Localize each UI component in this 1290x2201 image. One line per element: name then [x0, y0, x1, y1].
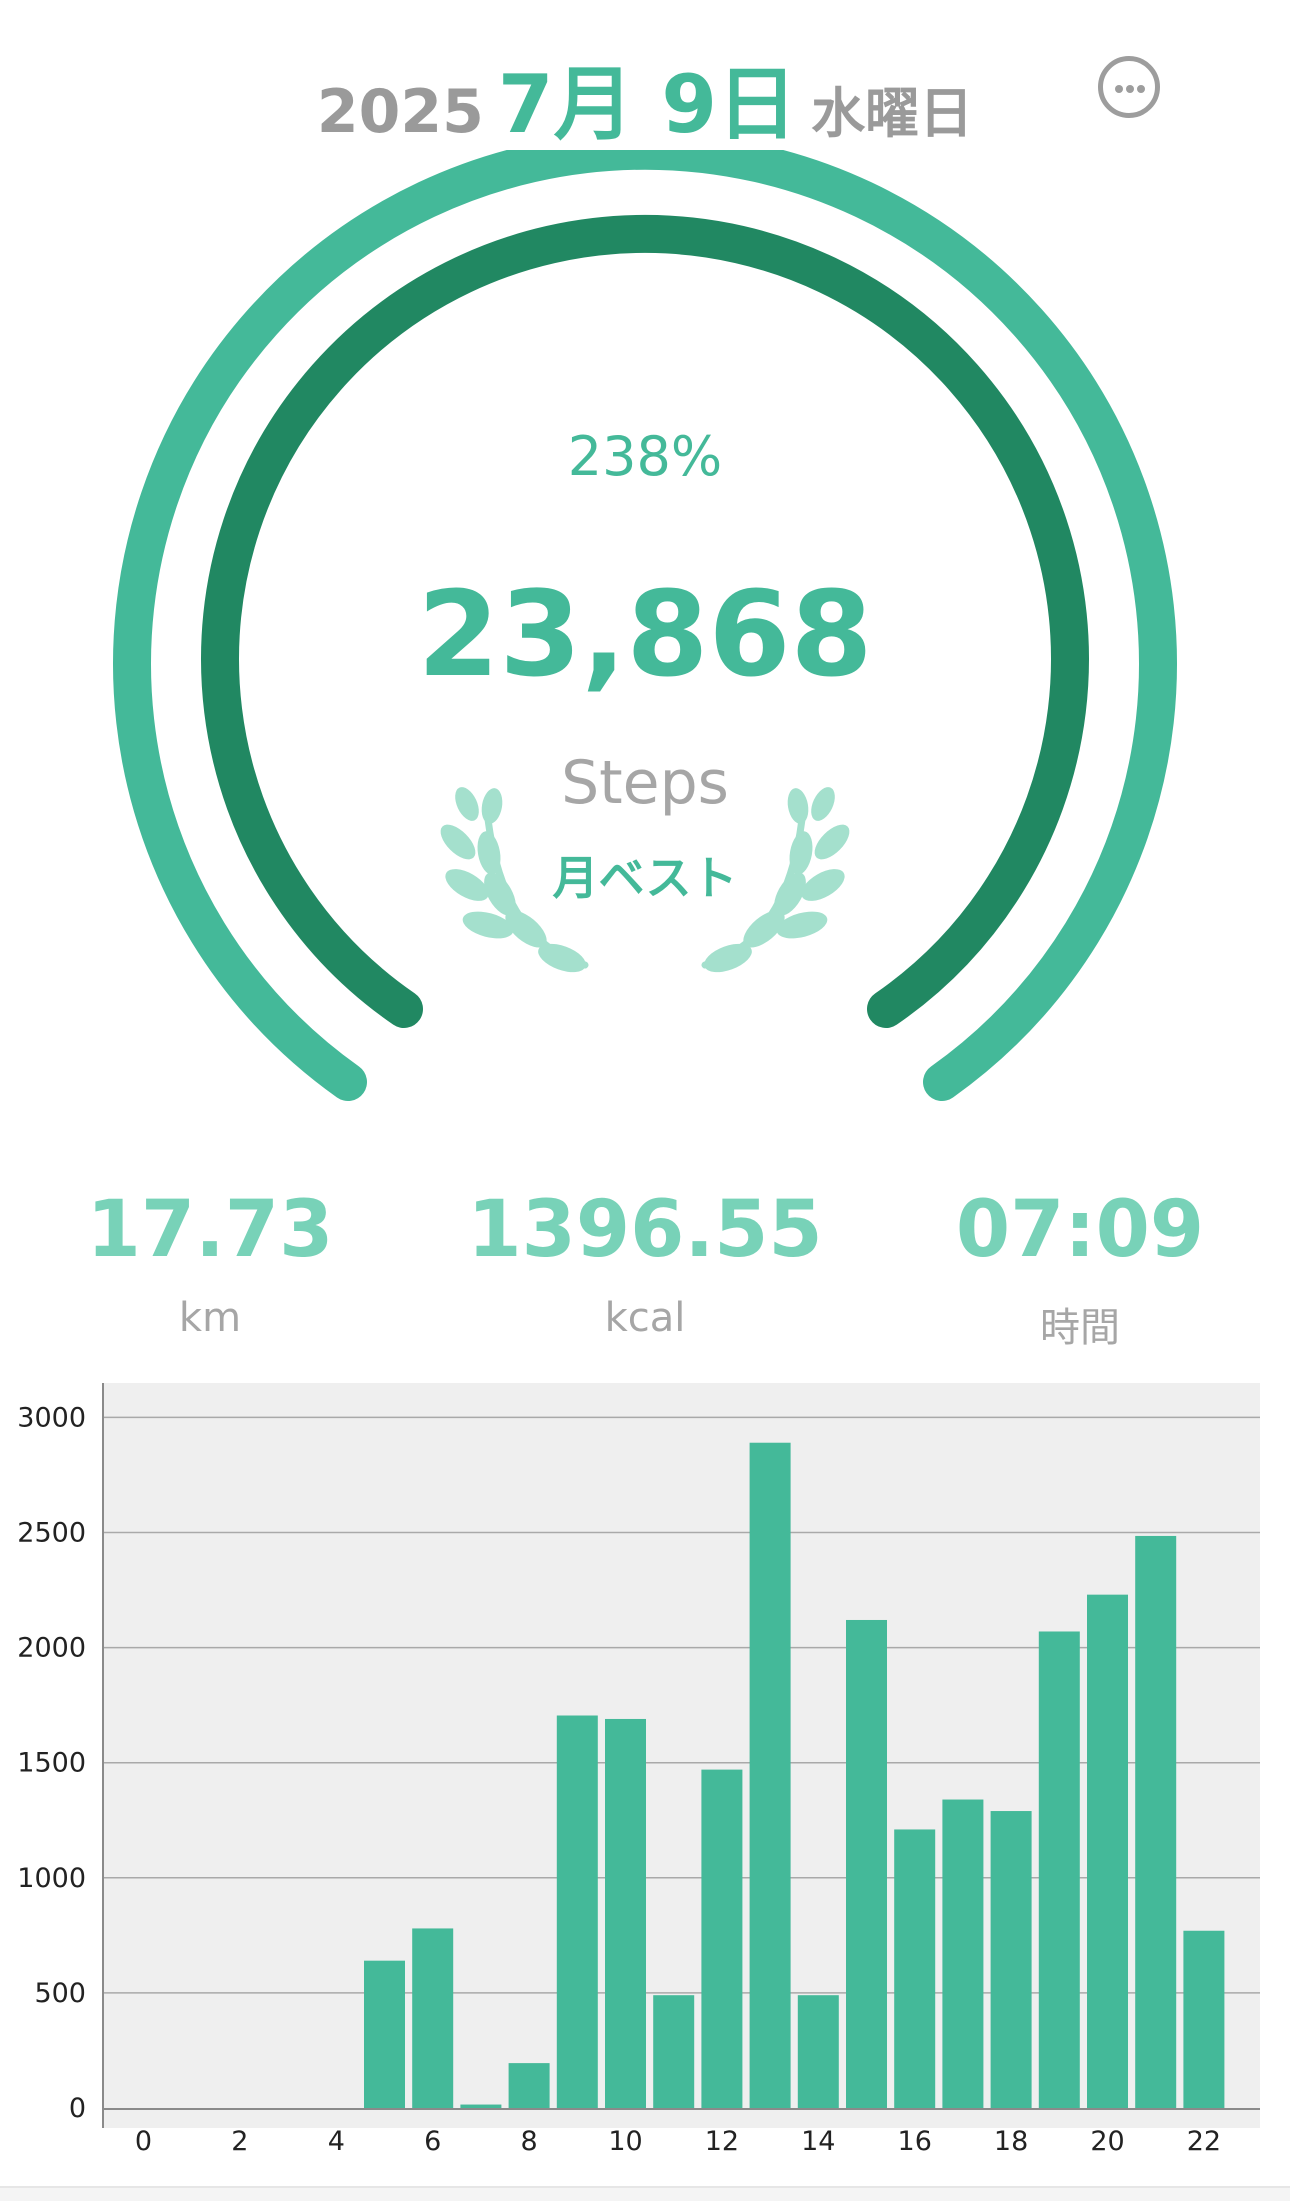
x-tick-label: 12: [705, 2126, 739, 2157]
stat-distance-value: 17.73: [86, 1185, 334, 1275]
bar-hour-7[interactable]: [460, 2104, 502, 2108]
bar-hour-17[interactable]: [942, 1799, 984, 2108]
stat-calories: 1396.55 kcal: [435, 1185, 855, 1341]
x-tick-label: 16: [898, 2126, 932, 2157]
x-tick-label: 4: [328, 2126, 345, 2157]
dot: [1126, 85, 1134, 93]
stats-row: 17.73 km 1396.55 kcal 07:09 時間: [0, 1185, 1290, 1355]
bar-hour-13[interactable]: [749, 1442, 791, 2108]
x-tick-label: 10: [608, 2126, 642, 2157]
y-tick-label: 2500: [17, 1518, 86, 1549]
stat-calories-value: 1396.55: [467, 1185, 823, 1275]
y-axis: 0 500 1000 1500 2000 2500 3000: [17, 1383, 104, 2128]
bar-hour-8[interactable]: [508, 2063, 550, 2108]
hourly-steps-chart: 0 500 1000 1500 2000 2500 3000 0 2 4 6 8 10 12 14 16 18…: [0, 1370, 1290, 2190]
bar-hour-16[interactable]: [894, 1829, 936, 2108]
stat-distance: 17.73 km: [0, 1185, 420, 1341]
stat-distance-unit: km: [178, 1295, 242, 1341]
hourly-steps-chart-svg: 0 500 1000 1500 2000 2500 3000 0 2 4 6 8 10 12 14 16 18…: [17, 1383, 1260, 2157]
stat-calories-unit: kcal: [604, 1295, 686, 1341]
x-tick-label: 20: [1090, 2126, 1124, 2157]
x-tick-label: 18: [994, 2126, 1028, 2157]
dot: [1137, 85, 1145, 93]
date-title[interactable]: 2025 7月 9日 水曜日: [0, 40, 1290, 156]
bar-hour-15[interactable]: [846, 1619, 887, 2108]
x-tick-label: 2: [231, 2126, 248, 2157]
goal-percent: 238%: [567, 425, 723, 488]
date-weekday: 水曜日: [811, 82, 974, 145]
date-year: 2025: [316, 77, 484, 147]
dot: [1115, 85, 1123, 93]
bar-hour-21[interactable]: [1135, 1535, 1177, 2108]
bar-hour-20[interactable]: [1087, 1594, 1128, 2108]
step-count: 23,868: [417, 565, 873, 703]
y-tick-label: 1500: [17, 1748, 86, 1779]
bar-hour-5[interactable]: [364, 1960, 405, 2108]
stat-time-unit: 時間: [1040, 1305, 1120, 1351]
bar-hour-18[interactable]: [990, 1811, 1032, 2108]
bar-hour-10[interactable]: [605, 1718, 646, 2108]
y-tick-label: 1000: [17, 1863, 86, 1894]
x-tick-label: 14: [801, 2126, 835, 2157]
y-tick-label: 2000: [17, 1633, 86, 1664]
bar-hour-19[interactable]: [1038, 1631, 1080, 2108]
y-tick-label: 3000: [17, 1402, 86, 1433]
bar-hour-9[interactable]: [556, 1715, 598, 2108]
x-tick-label: 6: [424, 2126, 441, 2157]
ellipsis-circle-icon[interactable]: [1098, 56, 1160, 118]
bar-hour-12[interactable]: [701, 1769, 743, 2108]
y-tick-label: 500: [34, 1978, 86, 2009]
bar-hour-11[interactable]: [653, 1995, 695, 2108]
bar-hour-14[interactable]: [797, 1995, 839, 2108]
monthly-best-badge: 月ベスト: [552, 851, 738, 905]
y-tick-label: 0: [69, 2093, 86, 2124]
bar-hour-6[interactable]: [412, 1928, 454, 2108]
x-tick-label: 0: [135, 2126, 152, 2157]
date-month-day: 7月 9日: [497, 58, 798, 151]
steps-label: Steps: [561, 748, 729, 818]
stat-time: 07:09 時間: [870, 1185, 1290, 1353]
stat-time-value: 07:09: [955, 1185, 1205, 1275]
x-tick-label: 8: [521, 2126, 538, 2157]
x-tick-label: 22: [1187, 2126, 1221, 2157]
bar-hour-22[interactable]: [1183, 1930, 1225, 2108]
